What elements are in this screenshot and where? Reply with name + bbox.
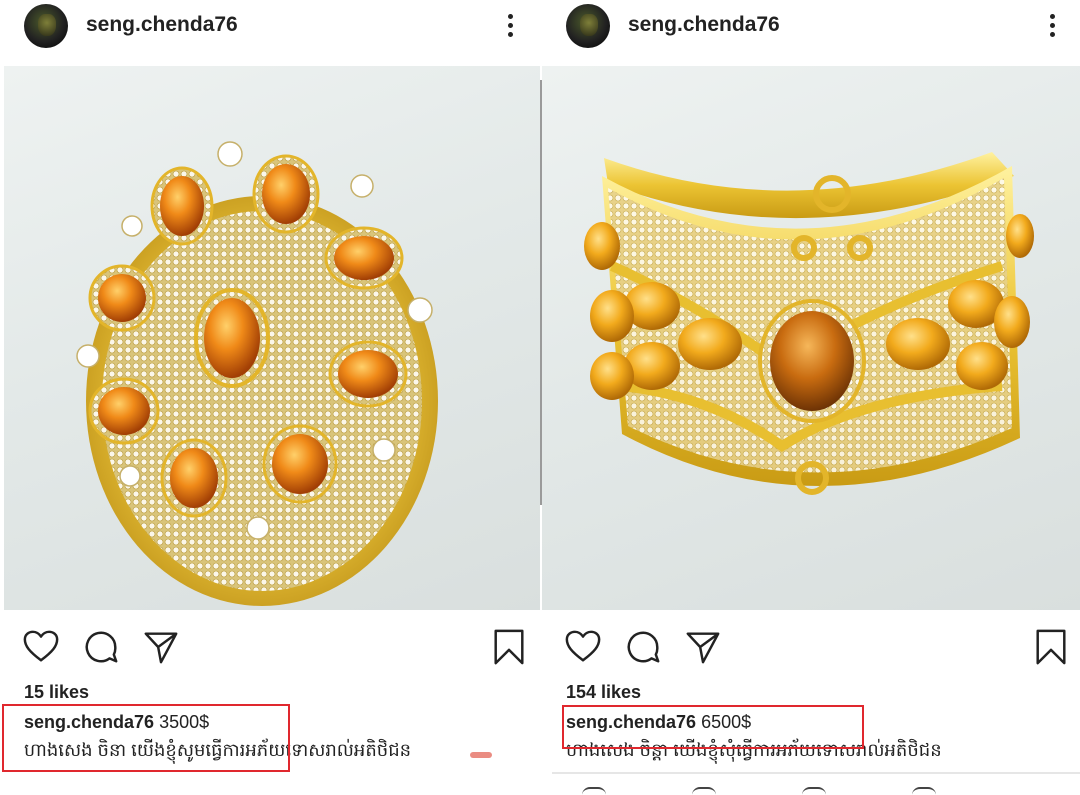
post-actions bbox=[0, 620, 540, 670]
post-header: seng.chenda76 bbox=[542, 0, 1080, 60]
post-username[interactable]: seng.chenda76 bbox=[86, 13, 238, 37]
comment-icon[interactable] bbox=[82, 628, 120, 666]
like-count[interactable]: 15 likes bbox=[24, 682, 89, 703]
highlight-box bbox=[562, 705, 864, 749]
comment-icon[interactable] bbox=[624, 628, 662, 666]
highlight-box bbox=[2, 704, 290, 772]
share-icon[interactable] bbox=[684, 628, 722, 666]
avatar[interactable] bbox=[566, 4, 610, 48]
post-username[interactable]: seng.chenda76 bbox=[628, 13, 780, 37]
more-vertical-icon[interactable] bbox=[500, 12, 520, 40]
more-vertical-icon[interactable] bbox=[1042, 12, 1062, 40]
avatar[interactable] bbox=[24, 4, 68, 48]
heart-icon[interactable] bbox=[564, 628, 602, 666]
bottom-nav-partial bbox=[542, 785, 1080, 795]
share-icon[interactable] bbox=[142, 628, 180, 666]
bookmark-icon[interactable] bbox=[1032, 628, 1070, 666]
bookmark-icon[interactable] bbox=[490, 628, 528, 666]
notification-dot bbox=[470, 752, 492, 758]
heart-icon[interactable] bbox=[22, 628, 60, 666]
ring-illustration bbox=[76, 141, 438, 606]
post-header: seng.chenda76 bbox=[0, 0, 540, 60]
post-image-bangle[interactable] bbox=[542, 66, 1080, 610]
post-image-ring[interactable] bbox=[4, 66, 540, 610]
instagram-post-left: seng.chenda76 15 likes seng.chenda76 350… bbox=[0, 0, 540, 795]
post-actions bbox=[542, 620, 1080, 670]
bottom-divider bbox=[552, 772, 1080, 774]
instagram-post-right: seng.chenda76 154 likes seng.chenda76 65… bbox=[542, 0, 1080, 795]
bangle-illustration bbox=[584, 152, 1034, 495]
like-count[interactable]: 154 likes bbox=[566, 682, 641, 703]
